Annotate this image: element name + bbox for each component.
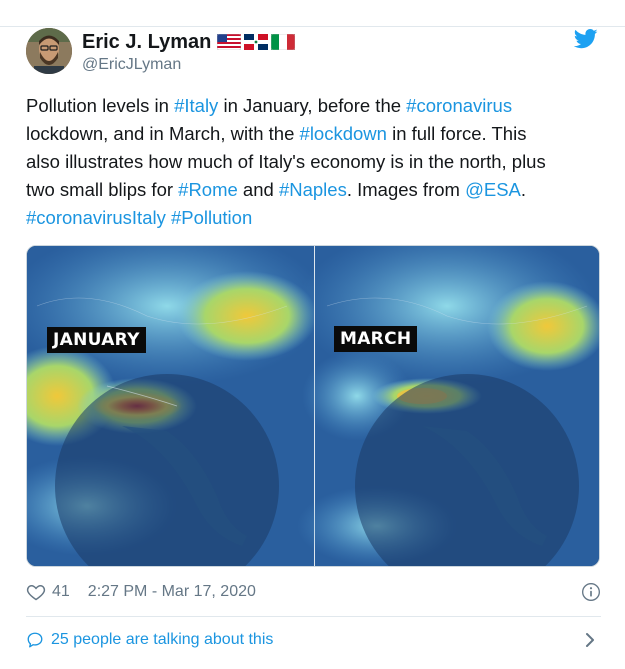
- chevron-right-icon[interactable]: [583, 632, 597, 648]
- talking-about-label[interactable]: 25 people are talking about this: [51, 631, 273, 649]
- italy-flag-icon: [271, 34, 296, 50]
- speech-bubble-icon: [27, 632, 43, 648]
- hashtag-link[interactable]: #Rome: [178, 179, 238, 200]
- tweet-card: Eric J. Lyman @EricJLyman Pollution leve…: [0, 27, 625, 669]
- heart-icon[interactable]: [26, 582, 46, 602]
- mention-link[interactable]: @ESA: [465, 179, 521, 200]
- flag-emojis: [217, 34, 296, 50]
- tweet-text-segment: Pollution levels in: [26, 95, 175, 116]
- tweet-meta-row: 41 2:27 PM - Mar 17, 2020: [26, 580, 601, 604]
- twitter-bird-icon[interactable]: [574, 29, 598, 49]
- name-row: Eric J. Lyman: [82, 31, 296, 53]
- display-name[interactable]: Eric J. Lyman: [82, 31, 211, 53]
- hashtag-link[interactable]: #coronavirusItaly: [26, 207, 166, 228]
- avatar[interactable]: [26, 28, 72, 74]
- hashtag-link[interactable]: #coronavirus: [406, 95, 512, 116]
- conversation-link[interactable]: 25 people are talking about this: [26, 628, 601, 652]
- us-flag-icon: [217, 34, 242, 50]
- tweet-text-segment: in January, before the: [218, 95, 407, 116]
- january-label: JANUARY: [47, 327, 146, 353]
- tweet-text-segment: and: [237, 179, 279, 200]
- hashtag-link[interactable]: #lockdown: [300, 123, 387, 144]
- march-label: MARCH: [334, 326, 418, 352]
- tweet-text-segment: . Images from: [346, 179, 466, 200]
- hashtag-link[interactable]: #Pollution: [171, 207, 252, 228]
- tweet-text: Pollution levels in #Italy in January, b…: [26, 92, 601, 232]
- tweet-text-segment: lockdown, and in March, with the: [26, 123, 295, 144]
- tweet-text-segment: .: [520, 179, 527, 200]
- hashtag-link[interactable]: #Italy: [174, 95, 218, 116]
- hashtag-link[interactable]: #Naples: [279, 179, 347, 200]
- info-icon[interactable]: [581, 582, 601, 602]
- pollution-satellite-image: [27, 246, 599, 566]
- footer-divider: [26, 616, 601, 617]
- tweet-timestamp[interactable]: 2:27 PM - Mar 17, 2020: [88, 583, 256, 601]
- tweet-media-image[interactable]: JANUARY MARCH: [26, 245, 600, 567]
- dominican-republic-flag-icon: [244, 34, 269, 50]
- like-count[interactable]: 41: [52, 583, 70, 601]
- user-handle[interactable]: @EricJLyman: [82, 56, 181, 74]
